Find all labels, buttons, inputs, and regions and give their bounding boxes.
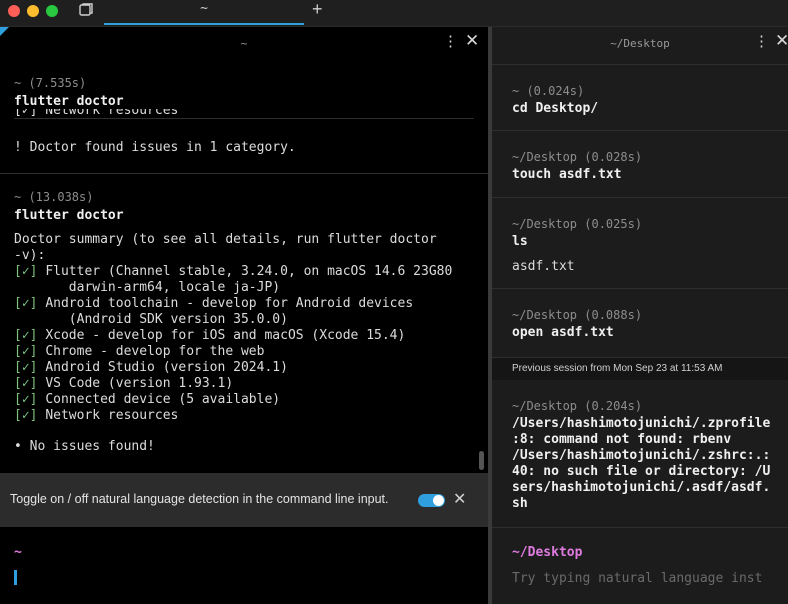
more-options-icon[interactable]: ⋮ [754, 34, 769, 50]
block-command[interactable]: flutter doctor [14, 208, 124, 223]
natural-language-notification: Toggle on / off natural language detecti… [0, 473, 488, 527]
block-output: asdf.txt [512, 259, 575, 274]
new-tab-button[interactable]: + [312, 0, 323, 18]
block-command[interactable]: flutter doctor [14, 94, 124, 109]
right-pane-title: ~/Desktop [610, 37, 670, 50]
output-line: Doctor summary (to see all details, run … [14, 232, 437, 247]
command-block[interactable]: ~/Desktop (0.088s) open asdf.txt [492, 289, 788, 358]
check-line: [✓] Chrome - develop for the web [14, 344, 265, 359]
check-line: [✓] Xcode - develop for iOS and macOS (X… [14, 328, 406, 343]
command-block[interactable]: ~/Desktop (0.025s) ls asdf.txt [492, 198, 788, 289]
check-line-cont: darwin-arm64, locale ja-JP) [37, 280, 281, 295]
check-line: [✓] Android toolchain - develop for Andr… [14, 296, 414, 311]
output-line: sh [512, 496, 528, 511]
scrollbar-thumb[interactable] [479, 451, 484, 470]
command-block[interactable]: ~/Desktop (0.204s) /Users/hashimotojunic… [492, 380, 788, 528]
output-line: 40: no such file or directory: /U [512, 464, 771, 479]
block-command: ls [512, 234, 528, 249]
block-output: Doctor summary (to see all details, run … [14, 232, 452, 424]
close-pane-icon[interactable]: ✕ [465, 32, 479, 50]
check-line-cont: (Android SDK version 35.0.0) [37, 312, 288, 327]
left-pane-header: ~ ⋮ ✕ [0, 27, 488, 59]
close-notification-icon[interactable]: ✕ [453, 489, 466, 509]
input-cursor[interactable] [14, 570, 17, 585]
toggle-knob [433, 495, 444, 506]
block-command: open asdf.txt [512, 325, 614, 340]
notification-text: Toggle on / off natural language detecti… [10, 492, 389, 506]
prompt-directory: ~ [14, 545, 22, 560]
minimize-window-button[interactable] [27, 5, 39, 17]
output-line: /Users/hashimotojunichi/.zprofile [512, 416, 771, 431]
block-meta: ~ (7.535s) [14, 76, 87, 90]
close-window-button[interactable] [8, 5, 20, 17]
prompt-directory: ~/Desktop [512, 545, 583, 560]
close-pane-icon[interactable]: ✕ [775, 32, 788, 50]
block-command: touch asdf.txt [512, 167, 622, 182]
check-line: [✓] Flutter (Channel stable, 3.24.0, on … [14, 264, 453, 279]
left-pane-title: ~ [240, 37, 248, 50]
block-output: ! Doctor found issues in 1 category. [14, 140, 296, 155]
right-pane-header: ~/Desktop ⋮ ✕ [492, 27, 788, 53]
left-terminal-pane[interactable]: ~ ⋮ ✕ ~ (7.535s) flutter doctor [✓] Netw… [0, 27, 488, 604]
command-block[interactable]: ~/Desktop (0.028s) touch asdf.txt [492, 131, 788, 198]
check-line: [✓] Connected device (5 available) [14, 392, 281, 407]
command-input[interactable]: Try typing natural language inst [512, 571, 762, 586]
tabs-panel-icon[interactable] [79, 3, 93, 16]
output-line: -v): [14, 248, 46, 263]
output-line: /Users/hashimotojunichi/.zshrc:.: [512, 448, 771, 463]
block-meta: ~/Desktop (0.028s) [512, 150, 643, 164]
check-line: [✓] Android Studio (version 2024.1) [14, 360, 288, 375]
previous-session-divider: Previous session from Mon Sep 23 at 11:5… [492, 358, 788, 380]
title-bar: ~ + [0, 0, 788, 27]
block-divider [14, 118, 474, 119]
result-line: • No issues found! [14, 439, 155, 454]
block-meta: ~ (0.024s) [512, 84, 585, 98]
command-block[interactable]: ~ (0.024s) cd Desktop/ [492, 64, 788, 131]
previous-session-label: Previous session from Mon Sep 23 at 11:5… [512, 363, 723, 374]
check-line: [✓] Network resources [14, 408, 179, 423]
zoom-window-button[interactable] [46, 5, 58, 17]
block-meta: ~/Desktop (0.088s) [512, 308, 643, 322]
check-line: [✓] VS Code (version 1.93.1) [14, 376, 234, 391]
block-divider [0, 173, 488, 174]
block-meta: ~/Desktop (0.204s) [512, 399, 643, 413]
block-command: cd Desktop/ [512, 101, 599, 116]
active-tab-indicator [104, 23, 304, 25]
right-terminal-pane[interactable]: ~/Desktop ⋮ ✕ 46: command not found: rbe… [492, 27, 788, 604]
block-output: /Users/hashimotojunichi/.zprofile :8: co… [512, 416, 770, 512]
output-line: sers/hashimotojunichi/.asdf/asdf. [512, 480, 771, 495]
natural-language-toggle[interactable] [418, 494, 445, 507]
output-line: :8: command not found: rbenv [512, 432, 732, 447]
more-options-icon[interactable]: ⋮ [443, 34, 458, 50]
block-meta: ~ (13.038s) [14, 190, 94, 204]
block-meta: ~/Desktop (0.025s) [512, 217, 643, 231]
